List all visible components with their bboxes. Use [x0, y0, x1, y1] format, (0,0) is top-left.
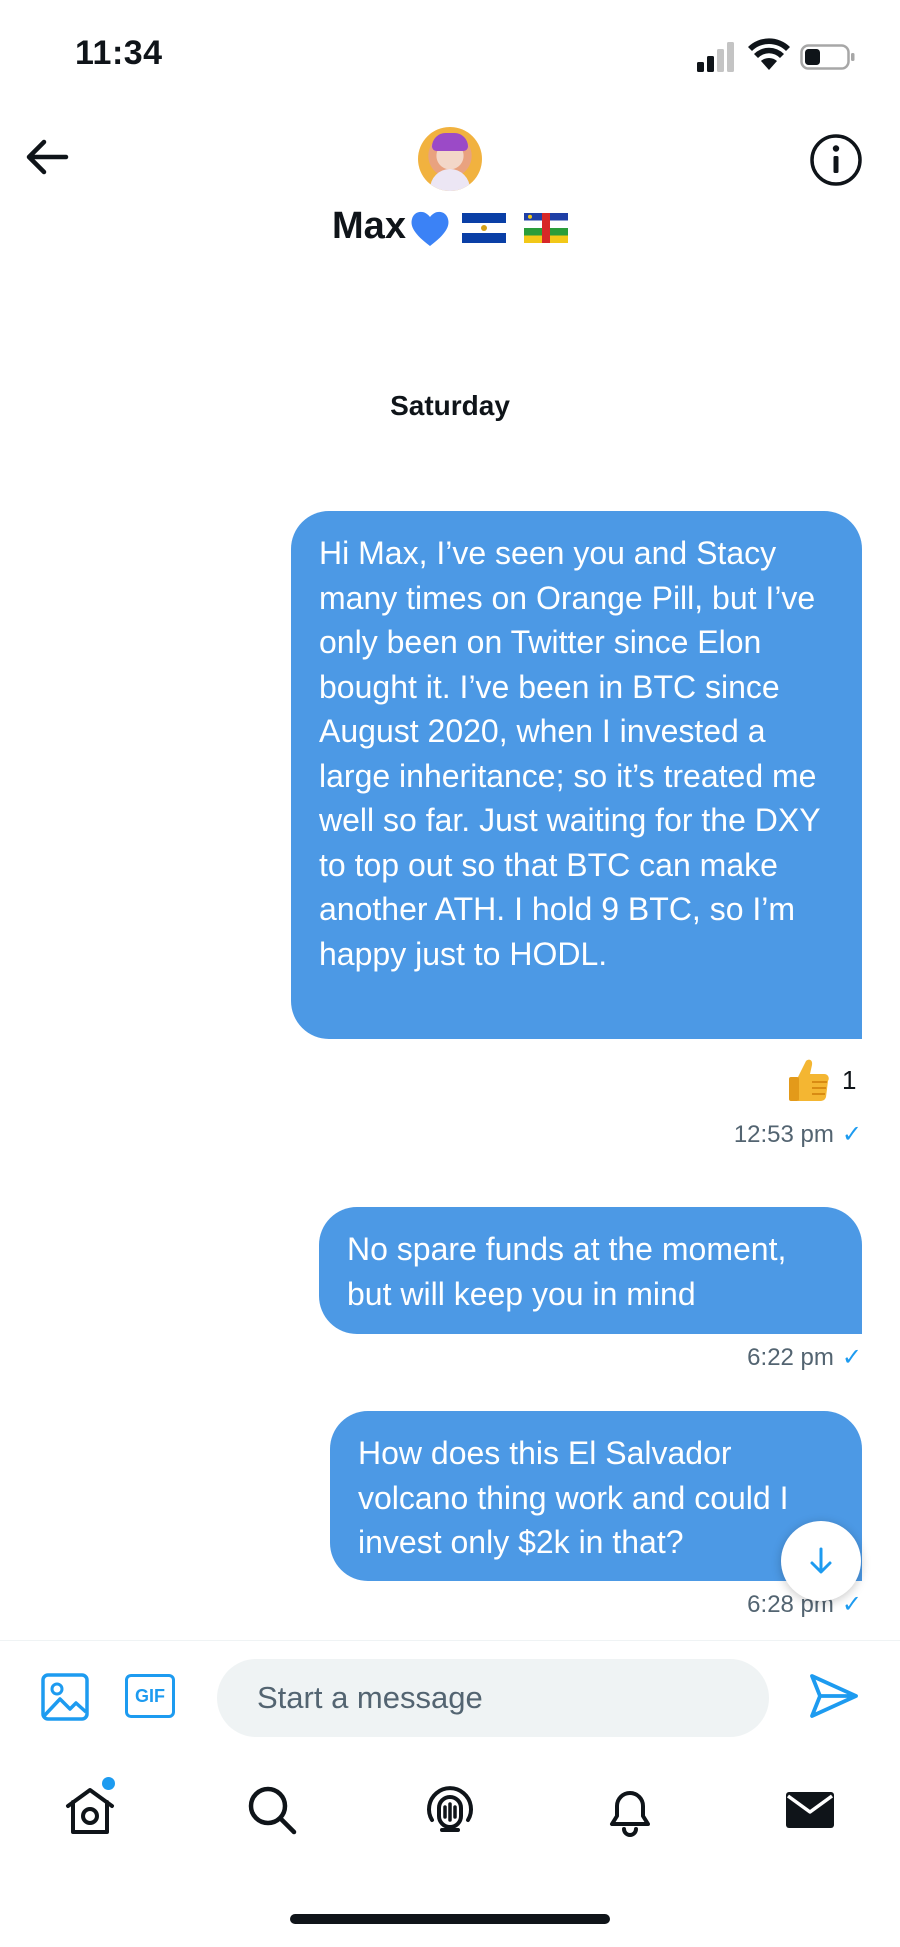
send-icon[interactable] — [808, 1670, 860, 1722]
avatar-body — [430, 169, 470, 191]
message-reaction[interactable]: 1 — [784, 1052, 856, 1108]
avatar-hair — [432, 133, 468, 151]
message-input[interactable] — [217, 1659, 769, 1737]
message-bubble[interactable]: No spare funds at the moment, but will k… — [319, 1207, 862, 1334]
contact-name: Max — [332, 205, 406, 247]
message-timestamp: 6:22 pm ✓ — [747, 1343, 862, 1372]
flag-el-salvador-icon — [461, 212, 506, 243]
message-time: 12:53 pm — [733, 1121, 834, 1148]
contact-avatar[interactable] — [418, 127, 482, 191]
cellular-signal-icon — [697, 42, 734, 72]
thumbs-up-emoji-icon — [789, 1059, 829, 1101]
home-icon[interactable] — [62, 1782, 118, 1838]
blue-heart-icon — [411, 211, 449, 246]
spaces-icon[interactable] — [422, 1782, 478, 1838]
scroll-to-bottom-button[interactable] — [781, 1521, 861, 1601]
message-time: 6:22 pm — [747, 1344, 834, 1371]
contact-name-row[interactable]: Max — [0, 205, 900, 250]
reaction-count: 1 — [842, 1064, 857, 1095]
day-separator: Saturday — [390, 390, 510, 421]
flag-central-african-republic-icon — [523, 212, 568, 243]
back-button[interactable] — [22, 132, 72, 182]
battery-icon — [800, 44, 855, 70]
name-emoji-group — [408, 206, 568, 250]
image-icon[interactable] — [40, 1672, 90, 1722]
sent-check-icon: ✓ — [841, 1344, 862, 1371]
arrow-down-icon — [810, 1547, 832, 1574]
message-timestamp: 12:53 pm ✓ — [734, 1120, 862, 1149]
sent-check-icon: ✓ — [841, 1121, 862, 1148]
home-notification-dot — [102, 1777, 115, 1790]
gif-button[interactable]: GIF — [125, 1674, 175, 1718]
info-button[interactable] — [808, 132, 864, 188]
mail-icon[interactable] — [782, 1782, 838, 1838]
composer-divider — [0, 1640, 900, 1641]
status-time: 11:34 — [75, 34, 163, 72]
search-icon[interactable] — [244, 1782, 300, 1838]
wifi-icon — [748, 38, 790, 70]
bell-icon[interactable] — [602, 1782, 658, 1838]
message-bubble[interactable]: Hi Max, I’ve seen you and Stacy many tim… — [291, 511, 862, 1039]
sent-check-icon: ✓ — [841, 1591, 862, 1618]
home-indicator — [290, 1914, 610, 1924]
